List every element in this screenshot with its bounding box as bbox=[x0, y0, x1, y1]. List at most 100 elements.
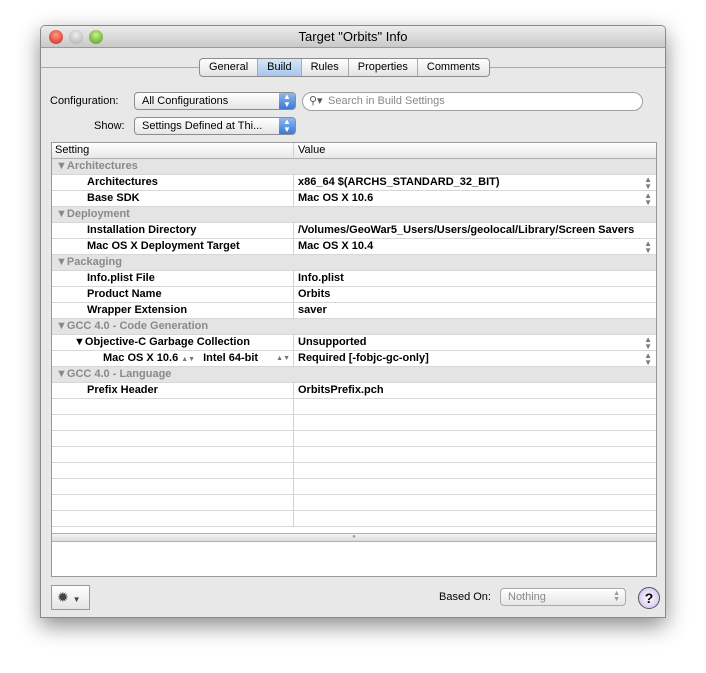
setting-value[interactable]: saver bbox=[295, 303, 656, 318]
table-row[interactable]: Wrapper Extension saver bbox=[52, 303, 656, 319]
setting-name: ▼Objective-C Garbage Collection bbox=[52, 335, 294, 350]
configuration-label: Configuration: bbox=[50, 95, 119, 107]
table-row[interactable]: Prefix Header OrbitsPrefix.pch bbox=[52, 383, 656, 399]
group-row[interactable]: ▼Deployment bbox=[52, 207, 656, 223]
stepper-icon[interactable]: ▲▼ bbox=[644, 336, 652, 351]
based-on-popup[interactable]: Nothing ▲ ▼ bbox=[500, 588, 626, 606]
empty-row[interactable] bbox=[52, 479, 656, 495]
minimize-button[interactable] bbox=[69, 30, 83, 44]
setting-name: Architectures bbox=[52, 175, 294, 190]
value-text: Mac OS X 10.6 bbox=[298, 192, 374, 204]
column-header-value[interactable]: Value bbox=[295, 143, 656, 158]
table-row[interactable]: Info.plist File Info.plist bbox=[52, 271, 656, 287]
stepper-icon[interactable]: ▲▼ bbox=[276, 351, 290, 366]
empty-row[interactable] bbox=[52, 447, 656, 463]
configuration-popup[interactable]: All Configurations ▲ ▼ bbox=[134, 92, 296, 110]
empty-cell[interactable] bbox=[295, 415, 656, 430]
tab-comments[interactable]: Comments bbox=[418, 59, 489, 76]
close-button[interactable] bbox=[49, 30, 63, 44]
show-value: Settings Defined at Thi... bbox=[142, 120, 263, 132]
tab-general[interactable]: General bbox=[200, 59, 259, 76]
chevron-down-icon: ▼ bbox=[72, 595, 81, 604]
empty-cell[interactable] bbox=[295, 431, 656, 446]
group-row[interactable]: ▼GCC 4.0 - Code Generation bbox=[52, 319, 656, 335]
arch-condition[interactable]: Intel 64-bit bbox=[203, 352, 258, 364]
empty-cell[interactable] bbox=[295, 463, 656, 478]
tab-build[interactable]: Build bbox=[258, 59, 302, 76]
empty-cell bbox=[52, 415, 294, 430]
empty-row[interactable] bbox=[52, 399, 656, 415]
sdk-condition[interactable]: Mac OS X 10.6 bbox=[103, 352, 178, 364]
value-text: /Volumes/GeoWar5_Users/Users/geolocal/Li… bbox=[298, 224, 635, 236]
empty-row[interactable] bbox=[52, 511, 656, 527]
setting-name: Mac OS X Deployment Target bbox=[52, 239, 294, 254]
group-row[interactable]: ▼Packaging bbox=[52, 255, 656, 271]
splitter-handle[interactable]: ● bbox=[52, 533, 656, 542]
setting-value[interactable]: Required [-fobjc-gc-only] ▲ ▼ bbox=[295, 351, 656, 367]
setting-value[interactable]: /Volumes/GeoWar5_Users/Users/geolocal/Li… bbox=[295, 223, 656, 238]
action-menu-button[interactable]: ✹ ▼ bbox=[51, 585, 90, 610]
tab-bar: General Build Rules Properties Comments bbox=[199, 58, 491, 77]
setting-value[interactable]: Unsupported ▲ ▼ bbox=[295, 335, 656, 351]
empty-cell[interactable] bbox=[295, 399, 656, 414]
empty-row[interactable] bbox=[52, 463, 656, 479]
detail-pane bbox=[52, 542, 656, 576]
setting-value[interactable]: Mac OS X 10.6 ▲ ▼ bbox=[295, 191, 656, 207]
table-row[interactable]: Architectures x86_64 $(ARCHS_STANDARD_32_… bbox=[52, 175, 656, 191]
table-row[interactable]: Mac OS X Deployment Target Mac OS X 10.4 ▲… bbox=[52, 239, 656, 255]
group-label[interactable]: ▼GCC 4.0 - Language bbox=[56, 368, 171, 380]
search-input[interactable]: ⚲▾ Search in Build Settings bbox=[302, 92, 643, 111]
title-bar[interactable]: Target "Orbits" Info bbox=[41, 26, 665, 48]
stepper-arrows-icon: ▲ ▼ bbox=[279, 93, 295, 109]
stepper-icon[interactable]: ▲▼ bbox=[181, 356, 195, 363]
setting-name: Wrapper Extension bbox=[52, 303, 294, 318]
value-text: Info.plist bbox=[298, 272, 344, 284]
column-header-setting[interactable]: Setting bbox=[52, 143, 294, 158]
table-row[interactable]: Product Name Orbits bbox=[52, 287, 656, 303]
setting-value[interactable]: Info.plist bbox=[295, 271, 656, 286]
setting-name: Product Name bbox=[52, 287, 294, 302]
value-text: Unsupported bbox=[298, 336, 367, 348]
zoom-button[interactable] bbox=[89, 30, 103, 44]
empty-cell[interactable] bbox=[295, 447, 656, 462]
group-label[interactable]: ▼Architectures bbox=[56, 160, 138, 172]
stepper-icon[interactable]: ▲▼ bbox=[644, 352, 652, 367]
group-label[interactable]: ▼Deployment bbox=[56, 208, 130, 220]
group-label[interactable]: ▼GCC 4.0 - Code Generation bbox=[56, 320, 208, 332]
setting-value[interactable]: OrbitsPrefix.pch bbox=[295, 383, 656, 398]
group-row[interactable]: ▼GCC 4.0 - Language bbox=[52, 367, 656, 383]
group-row[interactable]: ▼Architectures bbox=[52, 159, 656, 175]
empty-row[interactable] bbox=[52, 495, 656, 511]
info-window: Target "Orbits" Info General Build Rules… bbox=[40, 25, 666, 618]
empty-cell bbox=[52, 431, 294, 446]
show-popup[interactable]: Settings Defined at Thi... ▲ ▼ bbox=[134, 117, 296, 135]
stepper-icon[interactable]: ▲▼ bbox=[644, 240, 652, 255]
table-row[interactable]: Mac OS X 10.6 ▲▼ Intel 64-bit ▲▼ Required [-… bbox=[52, 351, 656, 367]
stepper-icon[interactable]: ▲▼ bbox=[644, 176, 652, 191]
search-placeholder: Search in Build Settings bbox=[328, 95, 445, 107]
help-button[interactable]: ? bbox=[638, 587, 660, 609]
group-label[interactable]: ▼Packaging bbox=[56, 256, 122, 268]
tab-rules[interactable]: Rules bbox=[302, 59, 349, 76]
empty-row[interactable] bbox=[52, 415, 656, 431]
value-text: Orbits bbox=[298, 288, 331, 300]
setting-name: Installation Directory bbox=[52, 223, 294, 238]
setting-value[interactable]: Orbits bbox=[295, 287, 656, 302]
table-row[interactable]: Base SDK Mac OS X 10.6 ▲ ▼ bbox=[52, 191, 656, 207]
stepper-icon[interactable]: ▲▼ bbox=[644, 192, 652, 207]
empty-cell[interactable] bbox=[295, 511, 656, 526]
setting-name: Prefix Header bbox=[52, 383, 294, 398]
empty-row[interactable] bbox=[52, 431, 656, 447]
empty-cell[interactable] bbox=[295, 479, 656, 494]
table-row[interactable]: Installation Directory/Volumes/GeoWar5_U… bbox=[52, 223, 656, 239]
tab-properties[interactable]: Properties bbox=[349, 59, 418, 76]
table-row[interactable]: ▼Objective-C Garbage Collection Unsupport… bbox=[52, 335, 656, 351]
setting-value[interactable]: x86_64 $(ARCHS_STANDARD_32_BIT) ▲ ▼ bbox=[295, 175, 656, 191]
empty-cell bbox=[52, 399, 294, 414]
table-header: Setting Value bbox=[52, 143, 656, 159]
setting-name: Info.plist File bbox=[52, 271, 294, 286]
setting-value[interactable]: Mac OS X 10.4 ▲ ▼ bbox=[295, 239, 656, 255]
empty-cell[interactable] bbox=[295, 495, 656, 510]
condition-cell: Mac OS X 10.6 ▲▼ Intel 64-bit ▲▼ bbox=[52, 351, 294, 366]
value-text: OrbitsPrefix.pch bbox=[298, 384, 384, 396]
